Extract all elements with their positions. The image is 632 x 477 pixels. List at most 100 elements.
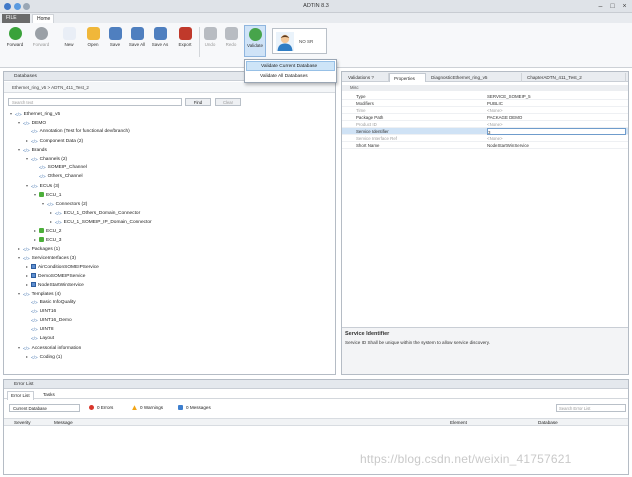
- tree-node[interactable]: ▾ </> Connectors (2): [42, 200, 87, 208]
- column-database[interactable]: Database: [538, 419, 558, 426]
- tree-node[interactable]: </> UINT16_Demo: [26, 317, 72, 325]
- tree-search-input[interactable]: Search text: [8, 98, 182, 106]
- tree-node[interactable]: ▾ ECU_1: [34, 191, 61, 199]
- tree-node[interactable]: ▸ ECU_3: [34, 236, 61, 244]
- ribbon-button-label: Forward: [6, 42, 24, 47]
- find-button[interactable]: Find: [185, 98, 211, 106]
- tree-node-label: UINT16_Demo: [39, 318, 72, 323]
- database-tree: ▾ </> Ethernet_ring_v5 ▾ </> DEMO </> Annotatio…: [6, 110, 333, 372]
- tree-node[interactable]: ▾ </> ServiceInterfaces (3): [18, 254, 76, 262]
- tab-validations[interactable]: Validations ?: [344, 73, 389, 82]
- tree-node[interactable]: ▸ DemoSOMEIPService: [26, 272, 85, 280]
- tree-node[interactable]: ▸ </> Component Data (2): [26, 137, 83, 145]
- save-button[interactable]: Save: [104, 25, 126, 57]
- tree-node[interactable]: </> Basic InfoQuality: [26, 299, 76, 307]
- tab-properties[interactable]: Properties: [389, 73, 426, 82]
- ribbon-button-label: Open: [87, 42, 99, 47]
- column-element[interactable]: Element: [450, 419, 467, 426]
- code-tag-icon: </>: [31, 327, 38, 333]
- property-row[interactable]: Time <None>: [342, 107, 628, 114]
- tree-node[interactable]: </> Layout: [26, 335, 54, 343]
- property-row[interactable]: Package Path PACKAGE DEMO: [342, 114, 628, 121]
- validate-current-database-item[interactable]: Validate Current Database: [246, 61, 335, 71]
- property-key: Product ID: [356, 122, 377, 127]
- property-key: Service Identifier: [356, 129, 389, 134]
- column-severity[interactable]: Severity: [14, 419, 31, 426]
- redo-button[interactable]: Redo: [220, 25, 242, 57]
- tree-node[interactable]: </> UINT16: [26, 308, 56, 316]
- error-panel-title: Error List: [4, 380, 628, 389]
- tree-node[interactable]: </> UINT8: [26, 326, 54, 334]
- tree-node[interactable]: ▸ </> ECU_1_SOMEIP_IP_Domain_Connector: [50, 218, 152, 226]
- tree-node[interactable]: ▸ AirConditionSOMEIPService: [26, 263, 99, 271]
- tab-chapter-adtn[interactable]: ChapterADTN_411_Test_2: [523, 73, 626, 82]
- messages-filter[interactable]: 0 Messages: [178, 405, 211, 411]
- tree-node[interactable]: ▸ </> Coding (1): [26, 353, 62, 361]
- watermark: https://blog.csdn.net/weixin_41757621: [360, 452, 572, 466]
- property-value[interactable]: 3: [487, 128, 626, 135]
- tree-node[interactable]: ▸ NodeStartWinService: [26, 281, 84, 289]
- code-tag-icon: </>: [31, 355, 38, 361]
- tree-node[interactable]: ▸ ECU_2: [34, 227, 61, 235]
- properties-panel: Validations ? Properties DiagnosticEther…: [341, 71, 629, 375]
- minimize-icon[interactable]: –: [596, 2, 605, 11]
- tab-diagnostic-ethernet[interactable]: DiagnosticEthernet_ring_v5: [427, 73, 522, 82]
- error-scope-select[interactable]: Current Database: [9, 404, 80, 412]
- user-selector[interactable]: NO SR: [272, 28, 327, 54]
- error-search-input[interactable]: Search Error List: [556, 404, 626, 412]
- save-as-button[interactable]: Save As: [149, 25, 171, 57]
- open-button[interactable]: Open: [82, 25, 104, 57]
- property-key: Short Name: [356, 143, 380, 148]
- code-tag-icon: </>: [15, 112, 22, 118]
- tree-node[interactable]: </> Others_Channel: [34, 173, 83, 181]
- tree-node[interactable]: ▾ </> DEMO: [18, 119, 46, 127]
- tab-home[interactable]: Home: [32, 14, 54, 23]
- close-icon[interactable]: ×: [620, 2, 629, 11]
- tab-tasks[interactable]: Tasks: [40, 391, 58, 399]
- validate-button[interactable]: Validate: [244, 25, 266, 57]
- property-row[interactable]: Service Interface Ref <None>: [342, 135, 628, 142]
- errors-filter[interactable]: 0 Errors: [89, 405, 113, 411]
- validate-menu: Validate Current Database Validate All D…: [244, 59, 337, 83]
- save-all-button[interactable]: Save All: [126, 25, 148, 57]
- tree-node-label: DEMO: [31, 121, 47, 126]
- column-message[interactable]: Message: [54, 419, 73, 426]
- validate-all-databases-item[interactable]: Validate All Databases: [246, 72, 335, 82]
- new-button[interactable]: New: [58, 25, 80, 57]
- tree-node[interactable]: ▾ </> Brands: [18, 146, 47, 154]
- export-button[interactable]: Export: [174, 25, 196, 57]
- property-value: PACKAGE DEMO: [487, 115, 523, 120]
- maximize-icon[interactable]: □: [608, 2, 617, 11]
- property-row[interactable]: Type SERVICE_SOMEIP_5: [342, 93, 628, 100]
- property-row[interactable]: Modifiers PUBLIC: [342, 100, 628, 107]
- tree-node[interactable]: </> SOMEIP_Channel: [34, 164, 87, 172]
- property-row[interactable]: Service Identifier 3: [342, 128, 628, 135]
- property-row[interactable]: Short Name NodeStartWinService: [342, 142, 628, 149]
- ecu-icon: [39, 237, 44, 243]
- tree-node[interactable]: ▾ </> Templates (4): [18, 290, 61, 298]
- property-value: <None>: [487, 136, 503, 141]
- tree-node[interactable]: ▾ </> Ethernet_ring_v5: [10, 110, 60, 118]
- breadcrumb[interactable]: Ethernet_ring_v5 > ADTN_411_Test_2: [4, 82, 335, 93]
- tree-node[interactable]: ▸ </> Packages (1): [18, 245, 60, 253]
- warnings-filter[interactable]: 0 Warnings: [132, 405, 163, 411]
- undo-button[interactable]: Undo: [199, 25, 221, 57]
- tree-node[interactable]: ▾ </> Accessorial information: [18, 344, 81, 352]
- tree-node[interactable]: </> Annotation (Test for functional dev/b…: [26, 128, 130, 136]
- service-icon: [31, 264, 36, 270]
- tab-file[interactable]: FILE: [2, 14, 30, 23]
- tree-node[interactable]: ▾ </> ECUs (3): [26, 182, 59, 190]
- tree-node[interactable]: ▾ </> Channels (2): [26, 155, 67, 163]
- message-icon: [178, 405, 183, 411]
- tab-error-list[interactable]: Error List: [7, 391, 34, 400]
- forward-button[interactable]: Forward: [30, 25, 52, 57]
- clear-button[interactable]: Clear: [215, 98, 241, 106]
- tree-node[interactable]: ▸ </> ECU_1_Others_Domain_Connector: [50, 209, 140, 217]
- code-tag-icon: </>: [23, 256, 30, 262]
- property-row[interactable]: Product ID <None>: [342, 121, 628, 128]
- forward-button[interactable]: Forward: [4, 25, 26, 57]
- property-value: NodeStartWinService: [487, 143, 529, 148]
- tree-node-label: Accessorial information: [31, 346, 82, 351]
- property-key: Service Interface Ref: [356, 136, 397, 141]
- validate-icon: [248, 28, 262, 41]
